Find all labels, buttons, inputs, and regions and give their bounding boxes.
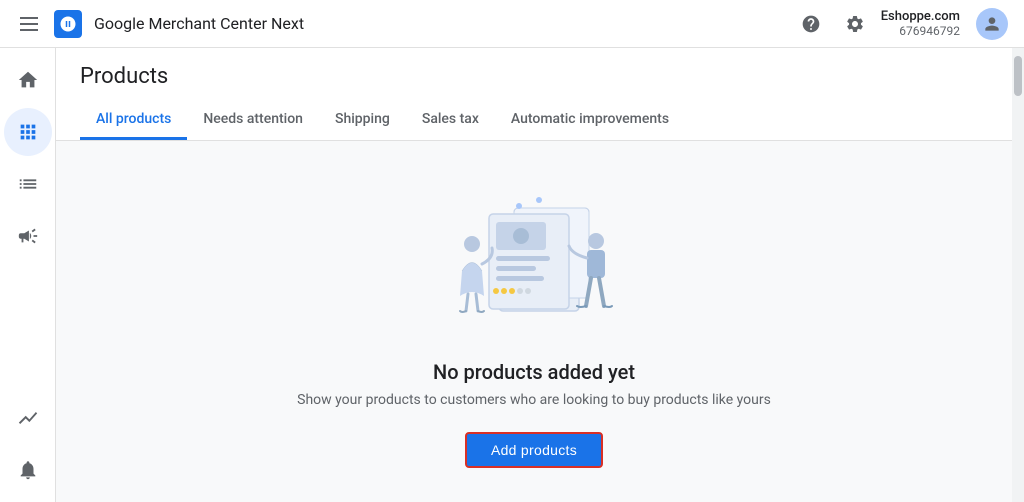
account-info: Eshoppe.com 676946792 — [881, 9, 960, 38]
empty-state: No products added yet Show your products… — [56, 141, 1012, 502]
header-right: Eshoppe.com 676946792 — [793, 6, 1008, 42]
sidebar-item-notifications[interactable] — [4, 446, 52, 494]
menu-button[interactable] — [16, 13, 42, 35]
content-area: Products All products Needs attention Sh… — [56, 48, 1012, 502]
empty-state-subtitle: Show your products to customers who are … — [297, 392, 771, 408]
sidebar-item-analytics[interactable] — [4, 394, 52, 442]
sidebar-item-reports[interactable] — [4, 160, 52, 208]
scrollbar[interactable] — [1012, 48, 1024, 502]
tabs: All products Needs attention Shipping Sa… — [80, 101, 988, 140]
tab-needs-attention[interactable]: Needs attention — [187, 101, 319, 140]
page-title: Products — [80, 64, 988, 89]
sidebar-item-products[interactable] — [4, 108, 52, 156]
add-products-button[interactable]: Add products — [465, 432, 603, 468]
logo-icon — [54, 10, 82, 38]
header-left: Google Merchant Center Next — [16, 10, 793, 38]
app-title: Google Merchant Center Next — [94, 14, 304, 33]
tab-all-products[interactable]: All products — [80, 101, 187, 140]
empty-state-title: No products added yet — [433, 360, 635, 384]
empty-state-illustration — [424, 176, 644, 336]
main-layout: Products All products Needs attention Sh… — [0, 48, 1024, 502]
account-name: Eshoppe.com — [881, 9, 960, 24]
sidebar-item-home[interactable] — [4, 56, 52, 104]
help-button[interactable] — [793, 6, 829, 42]
tab-shipping[interactable]: Shipping — [319, 101, 406, 140]
scrollbar-thumb[interactable] — [1014, 56, 1022, 96]
page-header: Products All products Needs attention Sh… — [56, 48, 1012, 141]
account-id: 676946792 — [899, 24, 960, 38]
avatar[interactable] — [976, 8, 1008, 40]
settings-button[interactable] — [837, 6, 873, 42]
header: Google Merchant Center Next Eshoppe.com … — [0, 0, 1024, 48]
tab-sales-tax[interactable]: Sales tax — [406, 101, 495, 140]
sidebar — [0, 48, 56, 502]
sidebar-item-marketing[interactable] — [4, 212, 52, 260]
tab-automatic-improvements[interactable]: Automatic improvements — [495, 101, 685, 140]
